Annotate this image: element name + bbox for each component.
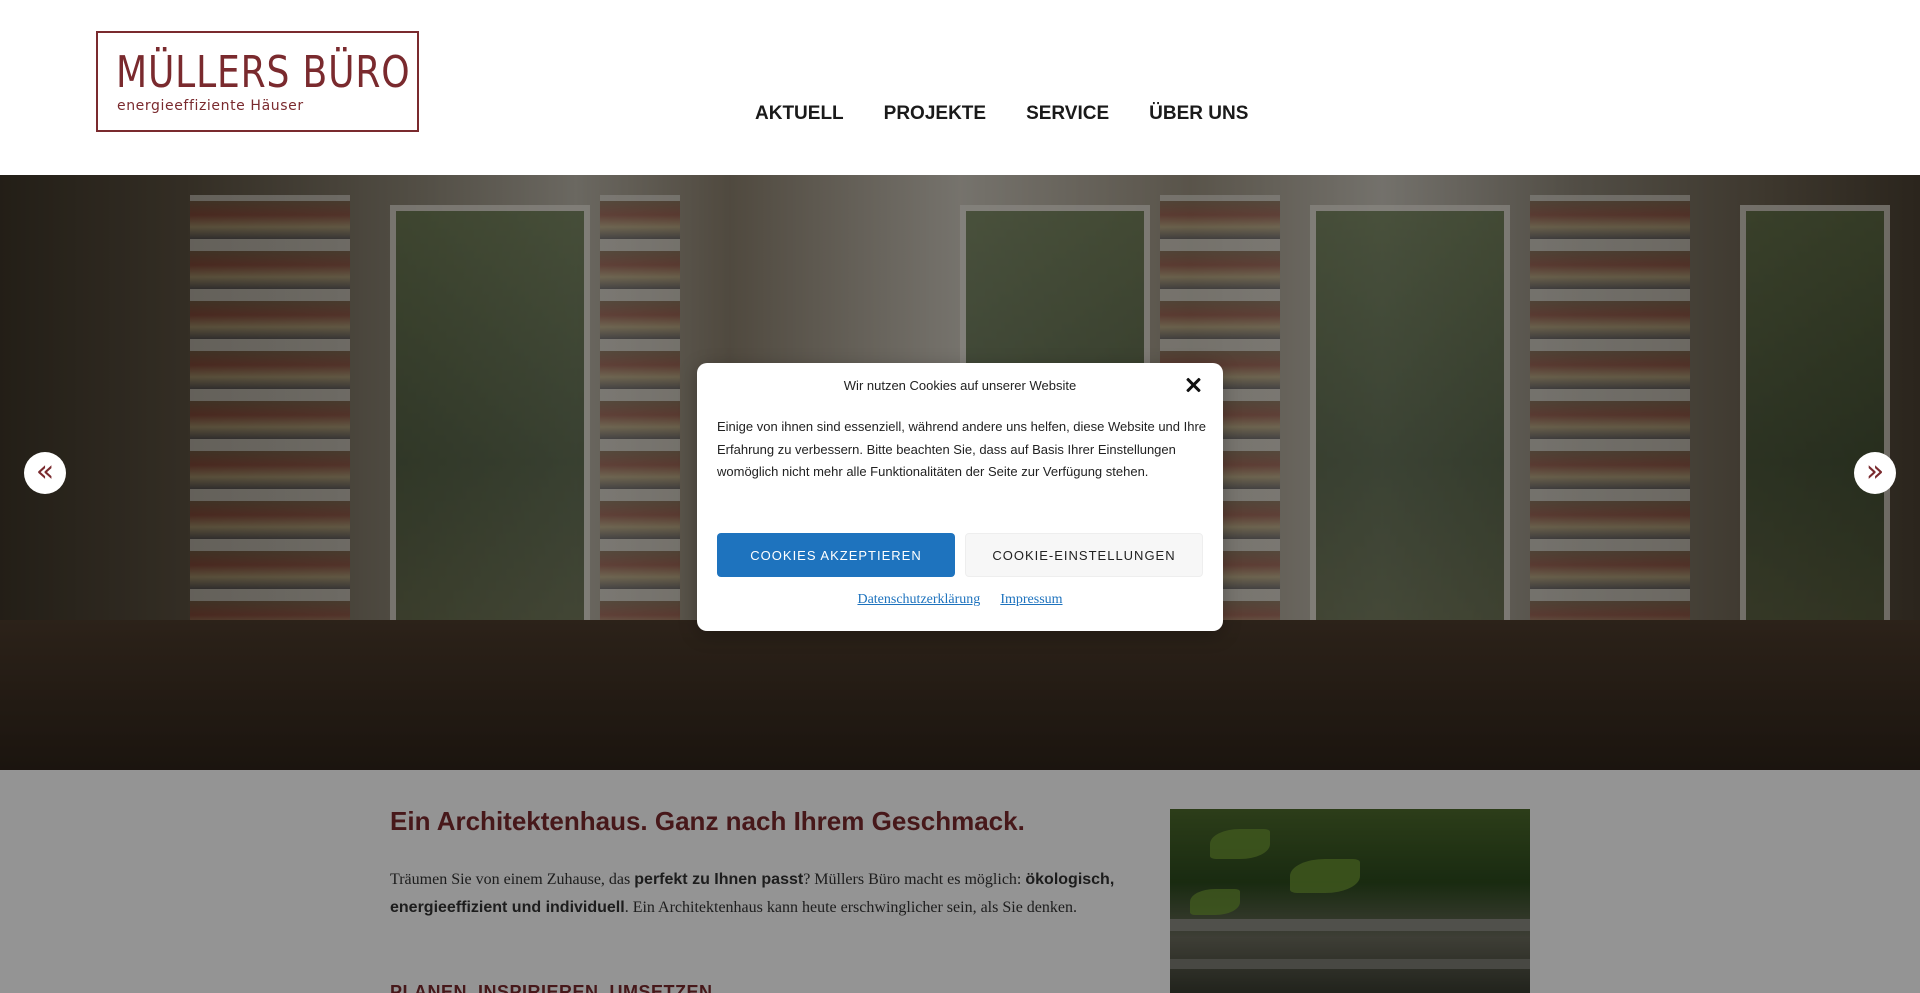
railing-shape (1170, 919, 1530, 931)
privacy-policy-link[interactable]: Datenschutzerklärung (857, 592, 980, 608)
cookie-dialog-text: Einige von ihnen sind essenziell, währen… (717, 419, 1207, 479)
intro-text-bold: perfekt zu Ihnen passt (634, 871, 804, 888)
site-header: MÜLLERS BÜRO energieeffiziente Häuser AK… (0, 0, 1920, 175)
chevron-double-right-icon: » (1865, 453, 1885, 489)
intro-text-part: . Ein Architektenhaus kann heute erschwi… (624, 899, 1077, 916)
intro-text-part: Träumen Sie von einem Zuhause, das (390, 871, 635, 888)
intro-paragraph: Träumen Sie von einem Zuhause, das perfe… (390, 866, 1135, 922)
railing-shape (1170, 959, 1530, 969)
leaf-shape (1190, 889, 1240, 915)
leaf-shape (1290, 859, 1360, 893)
garden-image (1170, 809, 1530, 993)
accept-cookies-button[interactable]: COOKIES AKZEPTIEREN (717, 533, 955, 577)
chevron-double-left-icon: « (35, 453, 55, 489)
leaf-shape (1210, 829, 1270, 859)
slider-next-button[interactable]: » (1854, 452, 1896, 494)
cookie-dialog-title: Wir nutzen Cookies auf unserer Website (843, 378, 1077, 393)
imprint-link[interactable]: Impressum (1000, 592, 1062, 608)
logo-subtitle: energieeffiziente Häuser (117, 98, 304, 114)
site-logo[interactable]: MÜLLERS BÜRO energieeffiziente Häuser (96, 31, 419, 132)
cookie-consent-dialog: Wir nutzen Cookies auf unserer Website E… (697, 363, 1223, 631)
cookie-dialog-links: Datenschutzerklärung Impressum (697, 592, 1223, 608)
cookie-settings-button[interactable]: COOKIE-EINSTELLUNGEN (965, 533, 1203, 577)
logo-title: MÜLLERS BÜRO (116, 47, 411, 98)
nav-item-ueber-uns[interactable]: ÜBER UNS (1149, 103, 1248, 125)
intro-text-part: ? Müllers Büro macht es möglich: (803, 871, 1026, 888)
nav-item-aktuell[interactable]: AKTUELL (755, 103, 844, 125)
intro-heading: Ein Architektenhaus. Ganz nach Ihrem Ges… (390, 806, 1025, 836)
nav-item-projekte[interactable]: PROJEKTE (884, 103, 986, 125)
intro-subheading: PLANEN. INSPIRIEREN. UMSETZEN. (390, 982, 719, 993)
nav-item-service[interactable]: SERVICE (1026, 103, 1109, 125)
intro-section: Ein Architektenhaus. Ganz nach Ihrem Ges… (0, 770, 1920, 993)
main-navigation: AKTUELL PROJEKTE SERVICE ÜBER UNS (755, 103, 1248, 125)
close-icon[interactable] (1183, 375, 1203, 395)
slider-prev-button[interactable]: « (24, 452, 66, 494)
